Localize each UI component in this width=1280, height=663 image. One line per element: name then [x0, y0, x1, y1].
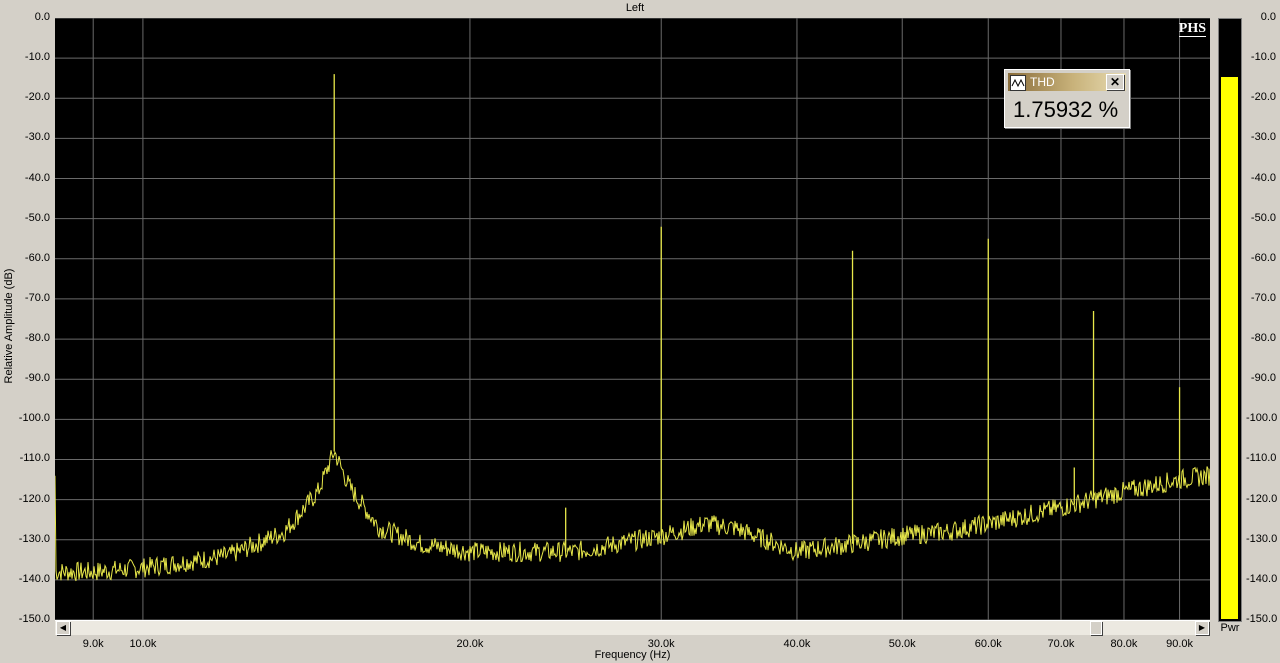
y-tick-label: -50.0 [24, 211, 50, 224]
y-tick-label: -90.0 [24, 372, 50, 385]
x-tick-label: 60.0k [974, 638, 1002, 650]
power-meter [1218, 18, 1242, 622]
meter-tick-label: -60.0 [1250, 251, 1276, 264]
meter-tick-label: -140.0 [1246, 572, 1278, 585]
y-tick-label: -10.0 [24, 51, 50, 64]
x-tick-label: 30.0k [647, 638, 675, 650]
brand-logo: PHS [1178, 21, 1206, 37]
x-tick-label: 20.0k [456, 638, 484, 650]
scroll-thumb[interactable] [1090, 621, 1102, 635]
thd-widget[interactable]: THD ✕ 1.75932 % [1004, 69, 1130, 128]
y-tick-label: -110.0 [19, 452, 50, 465]
chart-title: Left [625, 2, 645, 14]
x-tick-label: 70.0k [1047, 638, 1075, 650]
x-tick-label: 80.0k [1110, 638, 1138, 650]
meter-tick-label: -100.0 [1246, 412, 1278, 425]
scroll-right-button[interactable]: ▶ [1195, 621, 1209, 635]
power-meter-fill [1221, 76, 1238, 619]
meter-tick-label: -50.0 [1250, 211, 1276, 224]
meter-tick-label: -130.0 [1246, 532, 1278, 545]
y-tick-label: -20.0 [24, 91, 50, 104]
x-tick-label: 50.0k [888, 638, 916, 650]
thd-value: 1.75932 % [1013, 97, 1119, 122]
meter-tick-label: -150.0 [1246, 613, 1278, 625]
meter-tick-label: -10.0 [1250, 51, 1276, 64]
x-axis-label: Frequency (Hz) [594, 649, 671, 661]
scroll-left-button[interactable]: ◀ [56, 621, 70, 635]
y-tick-label: -150.0 [18, 613, 50, 625]
x-tick-label: 9.0k [82, 638, 104, 650]
meter-label: Pwr [1220, 622, 1240, 634]
meter-tick-label: -30.0 [1250, 131, 1276, 144]
y-tick-label: -140.0 [18, 572, 50, 585]
waveform-icon [1010, 75, 1026, 91]
y-tick-label: 0.0 [34, 11, 50, 23]
y-tick-label: -120.0 [18, 492, 50, 505]
y-tick-label: -70.0 [24, 291, 50, 304]
noise-floor-trace [55, 450, 1210, 582]
x-tick-label: 10.0k [129, 638, 157, 650]
y-tick-label: -40.0 [24, 171, 50, 184]
meter-tick-label: -40.0 [1250, 171, 1276, 184]
meter-tick-label: -80.0 [1250, 332, 1276, 345]
x-tick-label: 90.0k [1166, 638, 1193, 650]
horizontal-scrollbar[interactable]: ◀ ▶ [55, 620, 1210, 635]
x-tick-label: 40.0k [783, 638, 811, 650]
plot-area[interactable]: PHS THD ✕ 1.75932 % [55, 18, 1210, 620]
meter-tick-label: 0.0 [1260, 11, 1276, 23]
meter-tick-label: -110.0 [1246, 452, 1277, 465]
meter-tick-label: -70.0 [1250, 291, 1276, 304]
y-tick-label: -30.0 [24, 131, 50, 144]
y-tick-label: -80.0 [24, 332, 50, 345]
meter-tick-label: -90.0 [1250, 372, 1276, 385]
thd-label: THD [1030, 75, 1055, 89]
y-tick-label: -100.0 [18, 412, 50, 425]
y-tick-label: -60.0 [24, 251, 50, 264]
close-icon[interactable]: ✕ [1106, 74, 1124, 90]
meter-tick-label: -120.0 [1246, 492, 1278, 505]
y-tick-label: -130.0 [18, 532, 50, 545]
thd-titlebar[interactable]: THD ✕ [1008, 73, 1126, 91]
meter-tick-label: -20.0 [1250, 91, 1276, 104]
